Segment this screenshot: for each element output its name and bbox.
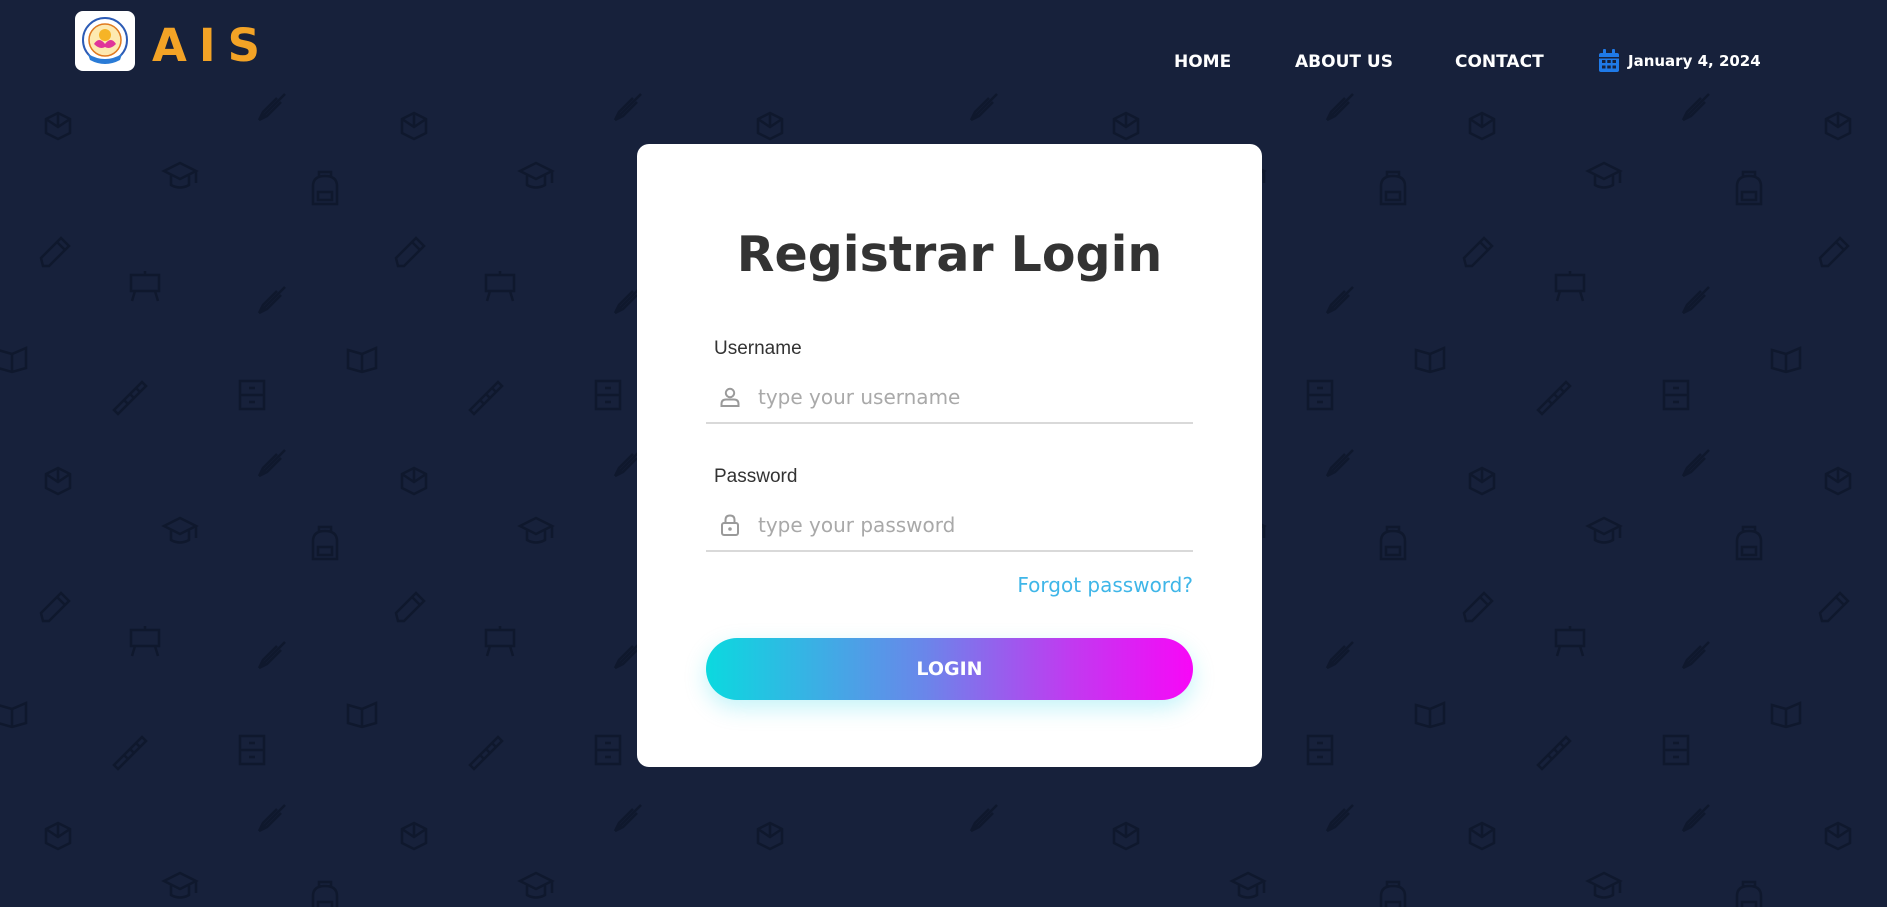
password-field [706, 500, 1193, 552]
lock-icon [718, 513, 742, 537]
login-title: Registrar Login [736, 226, 1163, 283]
user-icon [718, 385, 742, 409]
calendar-icon [1599, 49, 1619, 72]
brand-name: AIS [152, 19, 272, 72]
school-logo[interactable] [75, 11, 135, 71]
password-input[interactable] [758, 505, 1178, 545]
school-seal-logo-icon [82, 17, 128, 64]
nav-about-link[interactable]: ABOUT US [1295, 50, 1393, 74]
login-button[interactable]: LOGIN [706, 638, 1193, 700]
username-input[interactable] [758, 377, 1178, 417]
nav-contact-link[interactable]: CONTACT [1455, 50, 1544, 74]
current-date: January 4, 2024 [1598, 48, 1761, 74]
username-label: Username [714, 338, 802, 359]
forgot-password-link[interactable]: Forgot password? [950, 572, 1193, 598]
date-text: January 4, 2024 [1628, 52, 1761, 70]
username-field [706, 372, 1193, 424]
nav-home-link[interactable]: HOME [1174, 50, 1231, 74]
password-label: Password [714, 466, 798, 487]
